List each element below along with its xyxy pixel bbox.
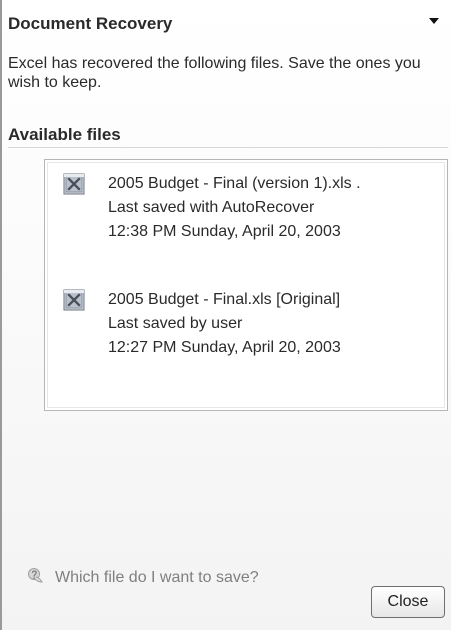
close-button[interactable]: Close (371, 586, 445, 618)
file-timestamp: 12:38 PM Sunday, April 20, 2003 (108, 223, 341, 240)
available-files-heading: Available files (8, 125, 121, 144)
section-divider (8, 147, 448, 148)
file-name: 2005 Budget - Final (version 1).xls . (108, 175, 361, 192)
recovery-intro-text: Excel has recovered the following files.… (8, 55, 421, 91)
file-status: Last saved by user (108, 315, 243, 332)
original-file-item[interactable]: 2005 Budget - Final.xls [Original] Last … (63, 289, 433, 379)
available-files-list: 2005 Budget - Final (version 1).xls . La… (44, 159, 448, 411)
recovered-file-item[interactable]: 2005 Budget - Final (version 1).xls . La… (63, 173, 433, 263)
document-recovery-pane: Document Recovery Excel has recovered th… (0, 0, 451, 630)
original-file-text: 2005 Budget - Final.xls [Original] Last … (108, 288, 341, 360)
recovered-file-text: 2005 Budget - Final (version 1).xls . La… (108, 172, 361, 244)
pane-title: Document Recovery (8, 14, 173, 33)
file-timestamp: 12:27 PM Sunday, April 20, 2003 (108, 339, 341, 356)
file-name: 2005 Budget - Final.xls [Original] (108, 291, 341, 308)
chevron-down-icon[interactable] (429, 18, 439, 24)
file-status: Last saved with AutoRecover (108, 199, 315, 216)
excel-file-icon (63, 173, 85, 195)
help-icon (28, 568, 43, 583)
excel-file-icon (63, 289, 85, 311)
help-link[interactable]: Which file do I want to save? (55, 569, 259, 587)
